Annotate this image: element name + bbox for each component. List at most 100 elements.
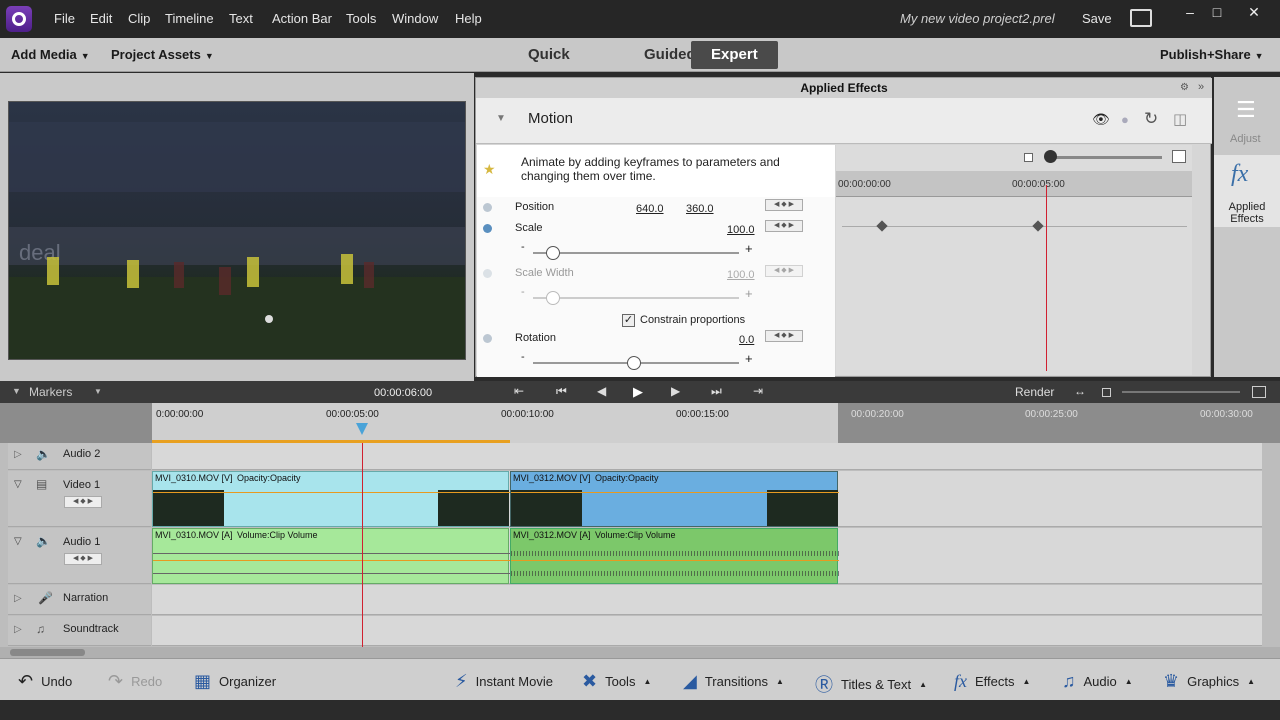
track-soundtrack[interactable] [152, 616, 1262, 646]
keyframe-nav[interactable]: ◀ ◆ ▶ [765, 330, 803, 342]
maximize-icon[interactable]: □ [1203, 4, 1231, 20]
scale-minus[interactable]: - [521, 241, 525, 253]
rotation-value[interactable]: 0.0 [739, 334, 754, 346]
zoom-out-icon[interactable] [1024, 153, 1033, 162]
keyframe-diamond[interactable] [876, 220, 888, 232]
track-header-soundtrack[interactable]: ▷ ♫ Soundtrack [8, 616, 151, 646]
keyframe-nav[interactable]: ◀ ◆ ▶ [64, 553, 102, 565]
settings-icon[interactable]: ⚙ [1180, 82, 1189, 93]
timeline-ruler[interactable]: 0:00:00:00 00:00:05:00 00:00:10:00 00:00… [0, 403, 1280, 443]
instant-movie-button[interactable]: ⚡ Instant Movie [455, 671, 553, 692]
rotation-slider-thumb[interactable] [627, 356, 641, 370]
zoom-in-icon[interactable] [1252, 386, 1266, 398]
audio-button[interactable]: ♫ Audio ▲ [1062, 671, 1133, 692]
zoom-in-icon[interactable] [1172, 150, 1186, 163]
expand-icon[interactable]: ▷ [14, 624, 22, 635]
zoom-slider[interactable] [1050, 156, 1162, 159]
track-header-video-1[interactable]: ▽ ▤ Video 1 ◀ ◆ ▶ [8, 471, 151, 527]
chevron-down-icon[interactable]: ▼ [94, 387, 102, 396]
rotation-minus[interactable]: - [521, 351, 525, 363]
undo-button[interactable]: ↶ Undo [18, 671, 72, 692]
tab-expert[interactable]: Expert [691, 41, 778, 69]
clip-video[interactable]: MVI_0310.MOV [V] Opacity:Opacity [152, 471, 510, 527]
track-audio-1[interactable]: MVI_0310.MOV [A] Volume:Clip Volume MVI_… [152, 528, 1262, 584]
keyframe-nav[interactable]: ◀ ◆ ▶ [64, 496, 102, 508]
zoom-slider-thumb[interactable] [1044, 150, 1057, 163]
trash-icon[interactable]: ◫ [1173, 110, 1187, 128]
expand-icon[interactable]: » [1198, 81, 1204, 93]
track-header-narration[interactable]: ▷ 🎤 Narration [8, 585, 151, 615]
minimize-icon[interactable]: – [1176, 4, 1204, 20]
clip-audio[interactable]: MVI_0312.MOV [A] Volume:Clip Volume [510, 528, 839, 584]
volume-line[interactable] [153, 560, 510, 561]
menu-action-bar[interactable]: Action Bar [272, 11, 332, 26]
fit-icon[interactable]: ↔ [1074, 384, 1086, 398]
add-media-button[interactable]: Add Media ▼ [11, 47, 90, 62]
keyframe-timeline[interactable]: 00:00:00:00 00:00:05:00 [836, 145, 1192, 375]
menu-clip[interactable]: Clip [128, 11, 150, 26]
menu-timeline[interactable]: Timeline [165, 11, 214, 26]
zoom-out-icon[interactable] [1102, 388, 1111, 397]
step-forward-icon[interactable]: ▶ [671, 384, 680, 398]
video-monitor[interactable]: deal [8, 101, 466, 360]
clip-video[interactable]: MVI_0312.MOV [V] Opacity:Opacity [510, 471, 839, 527]
effects-button[interactable]: fx Effects ▲ [954, 671, 1030, 692]
save-button[interactable]: Save [1082, 11, 1112, 26]
organizer-button[interactable]: ▦ Organizer [194, 671, 276, 692]
next-edit-icon[interactable]: ⏭ [711, 384, 722, 399]
expand-icon[interactable]: ▷ [14, 449, 22, 460]
chevron-down-icon[interactable]: ▼ [496, 113, 506, 124]
scale-slider-thumb[interactable] [546, 246, 560, 260]
constrain-checkbox[interactable]: ✓ [622, 314, 635, 327]
render-button[interactable]: Render [1015, 385, 1054, 399]
opacity-line[interactable] [153, 492, 510, 493]
track-header-audio-1[interactable]: ▽ 🔈 Audio 1 ◀ ◆ ▶ [8, 528, 151, 584]
adjust-button[interactable]: ☰ Adjust [1214, 77, 1280, 149]
keyframe-diamond[interactable] [1032, 220, 1044, 232]
tab-quick[interactable]: Quick [508, 41, 590, 69]
opacity-line[interactable] [511, 492, 839, 493]
volume-line[interactable] [511, 560, 839, 561]
fullscreen-icon[interactable] [1130, 9, 1152, 27]
horizontal-scrollbar[interactable] [0, 647, 1280, 658]
keyframe-nav[interactable]: ◀ ◆ ▶ [765, 199, 803, 211]
close-icon[interactable]: ✕ [1240, 4, 1268, 20]
track-audio-2[interactable] [152, 443, 1262, 470]
graphics-button[interactable]: ♛ Graphics ▲ [1163, 671, 1255, 692]
scale-plus[interactable]: + [745, 241, 753, 256]
project-assets-button[interactable]: Project Assets ▼ [111, 47, 214, 62]
scale-slider-track[interactable] [533, 252, 739, 254]
reset-icon[interactable]: ↻ [1144, 109, 1158, 129]
keyframe-toggle-icon[interactable] [483, 203, 492, 212]
collapse-icon[interactable]: ▽ [14, 536, 22, 547]
scale-value[interactable]: 100.0 [727, 224, 755, 236]
applied-effects-button[interactable]: fx Applied Effects [1214, 155, 1280, 227]
eye-icon[interactable]: 👁 [1092, 111, 1110, 128]
kf-playhead[interactable] [1046, 185, 1047, 371]
prev-edit-icon[interactable]: ⏮ [556, 384, 567, 399]
clip-audio[interactable]: MVI_0310.MOV [A] Volume:Clip Volume [152, 528, 510, 584]
play-icon[interactable]: ▶ [633, 384, 643, 400]
step-back-icon[interactable]: ◀ [597, 384, 606, 398]
titles-text-button[interactable]: Ⓡ Titles & Text ▲ [815, 671, 927, 697]
keyframe-nav[interactable]: ◀ ◆ ▶ [765, 220, 803, 232]
publish-share-button[interactable]: Publish+Share ▼ [1160, 47, 1264, 62]
track-video-1[interactable]: MVI_0310.MOV [V] Opacity:Opacity MVI_031… [152, 471, 1262, 527]
collapse-icon[interactable]: ▼ [12, 386, 21, 396]
menu-tools[interactable]: Tools [346, 11, 376, 26]
transitions-button[interactable]: ◢ Transitions ▲ [683, 671, 784, 692]
go-to-out-icon[interactable]: ⇥ [753, 384, 763, 398]
droplet-icon[interactable]: ● [1121, 112, 1129, 127]
go-to-in-icon[interactable]: ⇤ [514, 384, 524, 398]
rotation-plus[interactable]: + [745, 351, 753, 366]
track-narration[interactable] [152, 585, 1262, 615]
menu-file[interactable]: File [54, 11, 75, 26]
playhead-line[interactable] [362, 443, 363, 647]
track-header-audio-2[interactable]: ▷ 🔈 Audio 2 [8, 443, 151, 470]
motion-effect-row[interactable]: ▼ Motion 👁 ● ↻ ◫ [476, 98, 1212, 144]
tools-button[interactable]: ✖ Tools ▲ [582, 671, 651, 692]
scrollbar-thumb[interactable] [10, 649, 85, 656]
position-x-value[interactable]: 640.0 [636, 203, 664, 215]
menu-edit[interactable]: Edit [90, 11, 112, 26]
menu-window[interactable]: Window [392, 11, 438, 26]
